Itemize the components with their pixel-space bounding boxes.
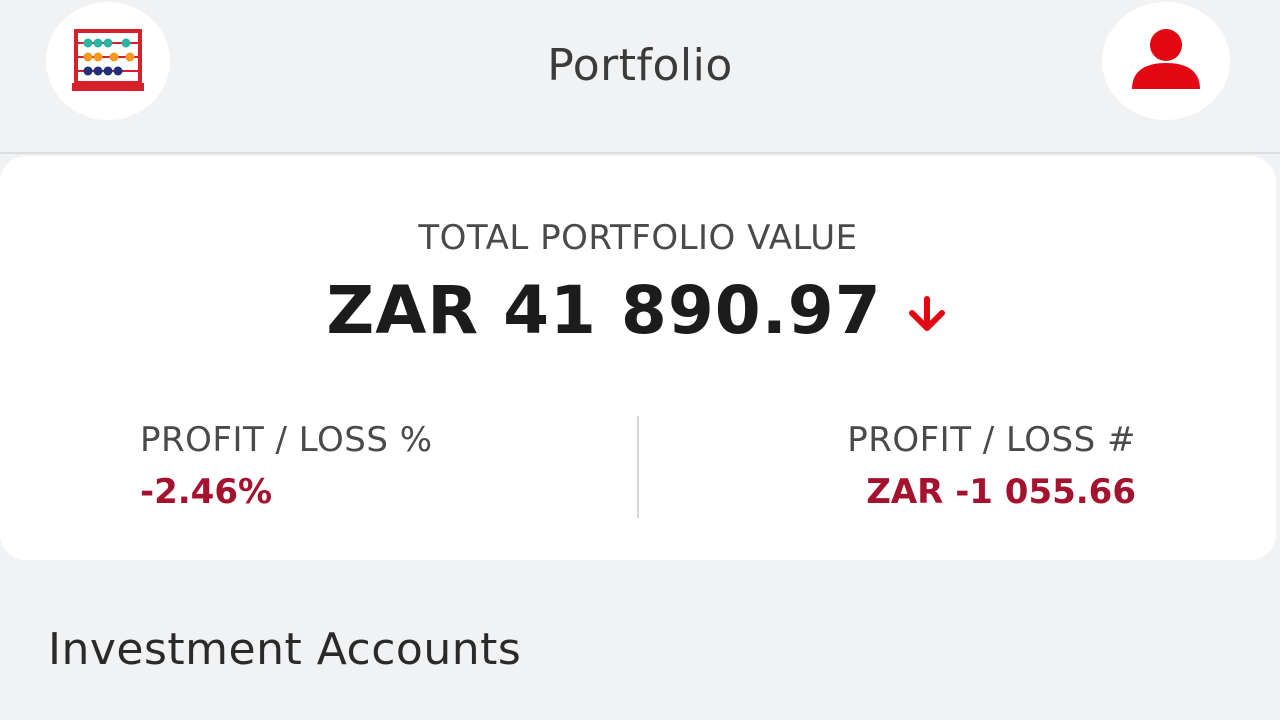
arrow-down-icon (908, 295, 945, 331)
profit-loss-percent-label: PROFIT / LOSS % (140, 420, 433, 460)
profit-loss-percent-value: -2.46% (140, 472, 273, 512)
total-portfolio-label: TOTAL PORTFOLIO VALUE (418, 218, 858, 258)
portfolio-summary-card: TOTAL PORTFOLIO VALUE ZAR 41 890.97 PROF… (0, 156, 1276, 560)
profit-loss-amount-value: ZAR -1 055.66 (866, 472, 1136, 512)
column-divider (637, 416, 639, 518)
user-profile-icon (1132, 29, 1200, 89)
total-portfolio-row: ZAR 41 890.97 (0, 272, 1276, 349)
profit-loss-amount-label: PROFIT / LOSS # (847, 420, 1136, 460)
investment-accounts-heading: Investment Accounts (48, 624, 522, 675)
total-portfolio-value: ZAR 41 890.97 (326, 272, 882, 349)
profile-button[interactable] (1102, 2, 1230, 120)
page-title: Portfolio (547, 40, 733, 91)
app-header: Portfolio (0, 0, 1280, 154)
